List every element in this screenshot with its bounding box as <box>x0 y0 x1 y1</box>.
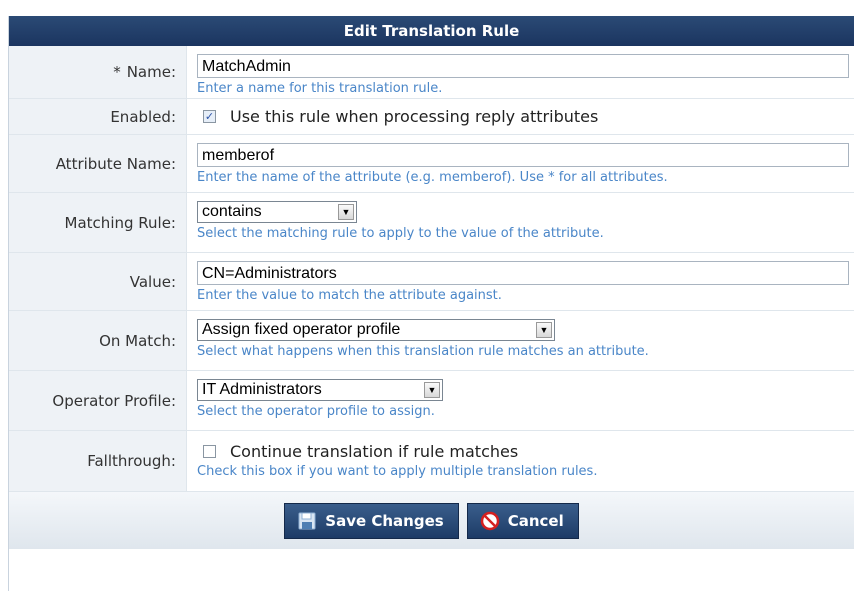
save-changes-label: Save Changes <box>325 511 444 530</box>
dropdown-arrow-icon[interactable]: ▼ <box>338 204 354 220</box>
dropdown-arrow-icon[interactable]: ▼ <box>536 322 552 338</box>
matching-rule-row: Matching Rule: contains ▼ Select the mat… <box>9 193 854 253</box>
attribute-name-hint: Enter the name of the attribute (e.g. me… <box>197 170 668 185</box>
matching-rule-label: Matching Rule: <box>9 193 186 252</box>
enabled-checkbox[interactable]: ✓ <box>203 110 216 123</box>
attribute-name-row: Attribute Name: memberof Enter the name … <box>9 135 854 193</box>
name-input[interactable]: MatchAdmin <box>197 54 849 78</box>
name-row: * Name: MatchAdmin Enter a name for this… <box>9 46 854 99</box>
cancel-button[interactable]: Cancel <box>466 502 579 539</box>
value-label: Value: <box>9 253 186 310</box>
panel-header: Edit Translation Rule <box>9 16 854 46</box>
attribute-name-field-cell: memberof Enter the name of the attribute… <box>186 135 854 192</box>
name-hint: Enter a name for this translation rule. <box>197 81 443 96</box>
on-match-hint: Select what happens when this translatio… <box>197 344 649 359</box>
operator-profile-row: Operator Profile: IT Administrators ▼ Se… <box>9 371 854 431</box>
on-match-label: On Match: <box>9 311 186 370</box>
matching-rule-selected: contains <box>202 203 262 220</box>
enabled-text: Use this rule when processing reply attr… <box>230 107 599 126</box>
value-row: Value: CN=Administrators Enter the value… <box>9 253 854 311</box>
value-hint: Enter the value to match the attribute a… <box>197 288 502 303</box>
matching-rule-field-cell: contains ▼ Select the matching rule to a… <box>186 193 854 252</box>
form-footer: Save Changes Cancel <box>9 492 854 549</box>
enabled-check-line: ✓ Use this rule when processing reply at… <box>203 107 598 126</box>
fallthrough-checkbox[interactable] <box>203 445 216 458</box>
fallthrough-hint: Check this box if you want to apply mult… <box>197 464 598 479</box>
fallthrough-text: Continue translation if rule matches <box>230 442 519 461</box>
attribute-name-label: Attribute Name: <box>9 135 186 192</box>
translation-rule-panel: Edit Translation Rule * Name: MatchAdmin… <box>8 16 854 591</box>
matching-rule-select[interactable]: contains ▼ <box>197 201 357 223</box>
no-entry-icon <box>480 511 500 531</box>
required-mark: * <box>113 63 121 81</box>
operator-profile-selected: IT Administrators <box>202 381 322 398</box>
name-field-cell: MatchAdmin Enter a name for this transla… <box>186 46 854 98</box>
attribute-name-input[interactable]: memberof <box>197 143 849 167</box>
name-label: * Name: <box>9 46 186 98</box>
on-match-field-cell: Assign fixed operator profile ▼ Select w… <box>186 311 854 370</box>
enabled-row: Enabled: ✓ Use this rule when processing… <box>9 99 854 135</box>
enabled-field-cell: ✓ Use this rule when processing reply at… <box>186 99 854 134</box>
on-match-selected: Assign fixed operator profile <box>202 321 401 338</box>
floppy-disk-icon <box>297 511 317 531</box>
fallthrough-field-cell: Continue translation if rule matches Che… <box>186 431 854 491</box>
on-match-row: On Match: Assign fixed operator profile … <box>9 311 854 371</box>
enabled-label: Enabled: <box>9 99 186 134</box>
operator-profile-label: Operator Profile: <box>9 371 186 430</box>
matching-rule-hint: Select the matching rule to apply to the… <box>197 226 604 241</box>
cancel-label: Cancel <box>507 511 564 530</box>
value-input[interactable]: CN=Administrators <box>197 261 849 285</box>
fallthrough-check-line: Continue translation if rule matches <box>203 442 854 461</box>
fallthrough-row: Fallthrough: Continue translation if rul… <box>9 431 854 492</box>
operator-profile-hint: Select the operator profile to assign. <box>197 404 435 419</box>
dropdown-arrow-icon[interactable]: ▼ <box>424 382 440 398</box>
save-changes-button[interactable]: Save Changes <box>284 502 459 539</box>
fallthrough-label: Fallthrough: <box>9 431 186 491</box>
operator-profile-select[interactable]: IT Administrators ▼ <box>197 379 443 401</box>
check-mark-icon: ✓ <box>204 110 215 123</box>
on-match-select[interactable]: Assign fixed operator profile ▼ <box>197 319 555 341</box>
panel-title: Edit Translation Rule <box>343 22 520 40</box>
operator-profile-field-cell: IT Administrators ▼ Select the operator … <box>186 371 854 430</box>
value-field-cell: CN=Administrators Enter the value to mat… <box>186 253 854 310</box>
